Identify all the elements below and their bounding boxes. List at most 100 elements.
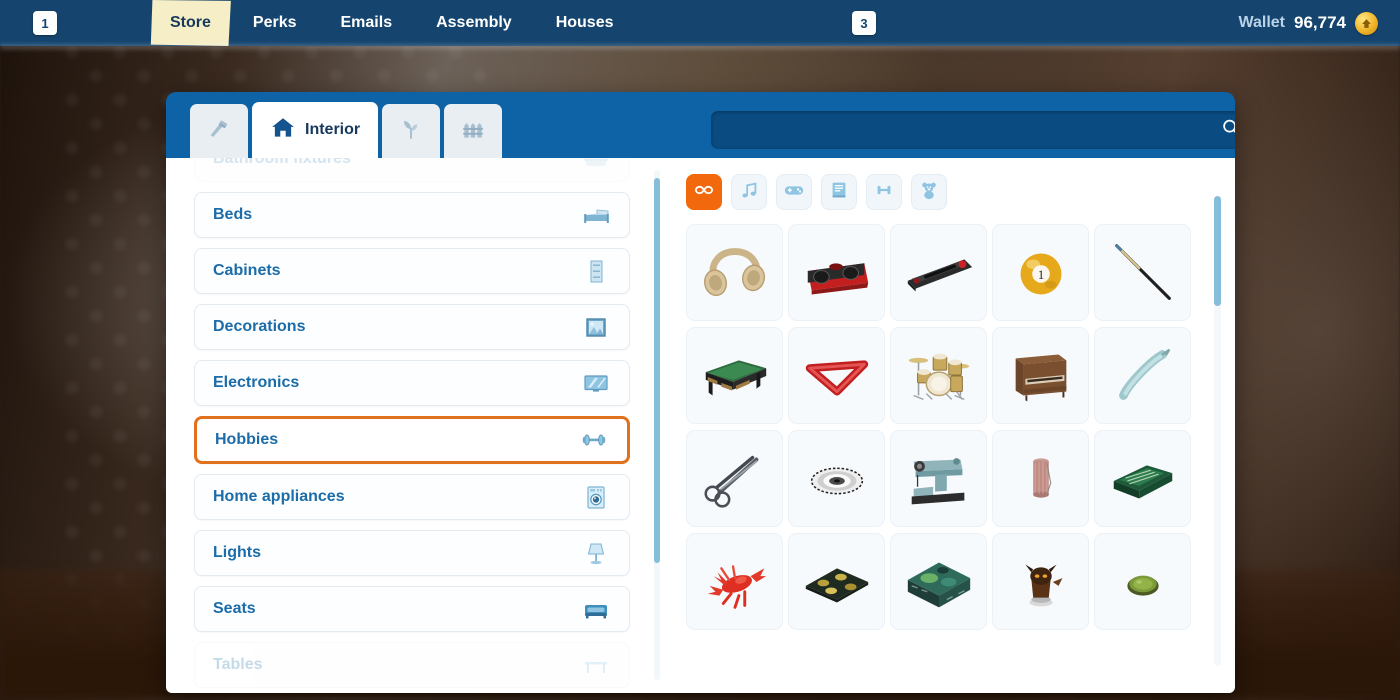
- item-green-token[interactable]: [1094, 533, 1191, 630]
- store-panel-body: Bathroom fixtures Beds Cabinets Decorati…: [166, 158, 1235, 693]
- store-panel: Interior Bathroom fixtures Beds Cabinets…: [166, 92, 1235, 693]
- item-handheld-console[interactable]: [890, 224, 987, 321]
- category-item-beds[interactable]: Beds: [194, 192, 630, 238]
- dumbbell-icon: [577, 423, 611, 457]
- scissors-item: [703, 455, 758, 508]
- item-embroidery-hoop[interactable]: [788, 430, 885, 527]
- category-list: Bathroom fixtures Beds Cabinets Decorati…: [166, 158, 664, 693]
- filter-music[interactable]: [731, 174, 767, 210]
- drum-kit-item: [908, 353, 969, 400]
- lamp-icon: [579, 536, 613, 570]
- item-board-game-box[interactable]: [890, 533, 987, 630]
- item-scissors[interactable]: [686, 430, 783, 527]
- item-grid-scrollbar-thumb[interactable]: [1214, 196, 1221, 306]
- interior-tab-label: Interior: [305, 121, 361, 138]
- category-label: Bathroom fixtures: [213, 158, 351, 167]
- filter-games[interactable]: [776, 174, 812, 210]
- nav-item-perks[interactable]: Perks: [231, 0, 319, 46]
- armchair-icon: [579, 592, 613, 626]
- item-headphones[interactable]: [686, 224, 783, 321]
- game-mat-item: [805, 567, 868, 602]
- nav-item-emails[interactable]: Emails: [319, 0, 415, 46]
- item-pool-table[interactable]: [686, 327, 783, 424]
- item-grid: 1: [686, 224, 1235, 630]
- category-column: Bathroom fixtures Beds Cabinets Decorati…: [166, 158, 664, 693]
- search-icon[interactable]: [1220, 117, 1235, 144]
- filter-books[interactable]: [821, 174, 857, 210]
- piano-item: [1015, 354, 1066, 401]
- category-label: Home appliances: [213, 488, 345, 505]
- category-scrollbar-track[interactable]: [654, 170, 660, 680]
- category-item-home-appliances[interactable]: Home appliances: [194, 474, 630, 520]
- pool-cue-item: [1114, 243, 1171, 300]
- category-label: Tables: [213, 656, 263, 673]
- category-label: Electronics: [213, 374, 300, 391]
- nav-items: Store Perks Emails Assembly Houses: [150, 0, 635, 46]
- tv-icon: [579, 366, 613, 400]
- fence-icon: [460, 116, 486, 147]
- board-game-box-item: [907, 562, 970, 607]
- house-icon: [270, 115, 296, 146]
- wallet-label: Wallet: [1238, 14, 1285, 31]
- category-label: Cabinets: [213, 262, 281, 279]
- book-icon: [828, 179, 850, 206]
- item-pool-cue[interactable]: [1094, 224, 1191, 321]
- crochet-hook-item: [1118, 348, 1170, 400]
- filter-toys[interactable]: [911, 174, 947, 210]
- ball-rack-item: [805, 359, 868, 395]
- item-game-mat[interactable]: [788, 533, 885, 630]
- category-item-decorations[interactable]: Decorations: [194, 304, 630, 350]
- nav-item-store[interactable]: Store: [150, 0, 231, 46]
- bed-icon: [579, 198, 613, 232]
- item-boombox[interactable]: [788, 224, 885, 321]
- board-game-book-item: [1113, 464, 1172, 498]
- lobster-item: [707, 564, 766, 609]
- svg-text:1: 1: [1037, 267, 1043, 281]
- item-miniature-figure[interactable]: [992, 533, 1089, 630]
- fence-tab[interactable]: [444, 104, 503, 158]
- item-board-game-book[interactable]: [1094, 430, 1191, 527]
- category-item-electronics[interactable]: Electronics: [194, 360, 630, 406]
- item-sewing-machine[interactable]: [890, 430, 987, 527]
- cabinet-icon: [579, 254, 613, 288]
- wallet-amount: 96,774: [1294, 13, 1346, 32]
- wallet[interactable]: Wallet 96,774: [1238, 0, 1378, 46]
- nav-item-houses[interactable]: Houses: [534, 0, 636, 46]
- headphones-item: [703, 247, 765, 296]
- filter-fitness[interactable]: [866, 174, 902, 210]
- item-billiard-ball[interactable]: 1: [992, 224, 1089, 321]
- build-tab[interactable]: [190, 104, 248, 158]
- search-input[interactable]: [711, 111, 1235, 149]
- filter-all[interactable]: [686, 174, 722, 210]
- handheld-console-item: [907, 258, 972, 292]
- notification-badge-center[interactable]: 3: [852, 11, 876, 35]
- hammer-icon: [206, 116, 232, 147]
- item-grid-scrollbar-track[interactable]: [1214, 196, 1221, 666]
- notification-badge-left[interactable]: 1: [33, 11, 57, 35]
- bathtub-icon: [579, 158, 613, 176]
- picture-frame-icon: [579, 310, 613, 344]
- thread-spool-item: [1032, 457, 1051, 498]
- category-item-bathroom-fixtures[interactable]: Bathroom fixtures: [194, 158, 630, 182]
- nav-item-assembly[interactable]: Assembly: [414, 0, 534, 46]
- embroidery-hoop-item: [810, 466, 863, 494]
- item-drum-kit[interactable]: [890, 327, 987, 424]
- garden-tab[interactable]: [382, 104, 441, 158]
- teddy-bear-icon: [918, 179, 940, 206]
- category-item-cabinets[interactable]: Cabinets: [194, 248, 630, 294]
- category-label: Hobbies: [215, 431, 279, 448]
- category-item-lights[interactable]: Lights: [194, 530, 630, 576]
- item-thread-spool[interactable]: [992, 430, 1089, 527]
- item-lobster[interactable]: [686, 533, 783, 630]
- filter-row: [686, 174, 1235, 210]
- music-note-icon: [738, 179, 760, 206]
- store-panel-header: Interior: [166, 92, 1235, 158]
- interior-tab[interactable]: Interior: [252, 102, 379, 158]
- item-crochet-hook[interactable]: [1094, 327, 1191, 424]
- category-item-seats[interactable]: Seats: [194, 586, 630, 632]
- category-item-tables[interactable]: Tables: [194, 642, 630, 688]
- category-scrollbar-thumb[interactable]: [654, 178, 660, 563]
- category-item-hobbies[interactable]: Hobbies: [194, 416, 630, 464]
- item-ball-rack[interactable]: [788, 327, 885, 424]
- item-upright-piano[interactable]: [992, 327, 1089, 424]
